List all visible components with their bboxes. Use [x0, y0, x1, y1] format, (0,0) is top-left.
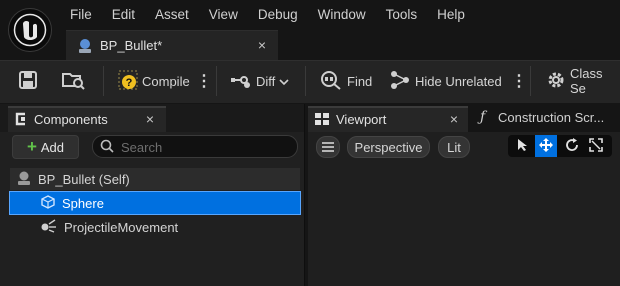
diff-label: Diff — [256, 73, 276, 89]
asset-tab-close-icon[interactable]: × — [258, 37, 266, 53]
folder-search-icon — [62, 70, 86, 93]
scale-tool-button[interactable] — [585, 135, 607, 157]
unreal-logo-icon[interactable] — [8, 8, 52, 52]
perspective-label: Perspective — [354, 139, 423, 155]
components-tab-label: Components — [34, 112, 108, 127]
lit-label: Lit — [447, 139, 461, 155]
component-label: BP_Bullet (Self) — [38, 171, 130, 187]
toolbar-separator — [305, 66, 306, 96]
move-arrows-icon — [539, 137, 553, 155]
menu-bar: File Edit Asset View Debug Window Tools … — [60, 0, 475, 30]
lit-button[interactable]: Lit — [438, 136, 470, 158]
menu-file[interactable]: File — [60, 0, 102, 30]
menu-tools[interactable]: Tools — [376, 0, 428, 30]
diff-button[interactable]: Diff — [230, 60, 289, 102]
chevron-down-icon — [279, 74, 289, 89]
hide-unrelated-label: Hide Unrelated — [415, 73, 502, 89]
save-icon — [18, 70, 38, 93]
static-mesh-icon — [40, 194, 56, 213]
components-search[interactable] — [92, 135, 298, 158]
toolbar-separator — [216, 66, 217, 96]
component-label: ProjectileMovement — [64, 219, 179, 235]
compile-options-button[interactable]: ⋮ — [196, 60, 212, 102]
class-settings-label: Class Se — [570, 66, 603, 96]
components-tab[interactable]: Components × — [8, 106, 166, 132]
construction-script-tab-label: Construction Scr... — [498, 110, 605, 125]
asset-tab-bp-bullet[interactable]: BP_Bullet* × — [66, 30, 278, 61]
scale-icon — [589, 137, 603, 155]
menu-help[interactable]: Help — [427, 0, 475, 30]
toolbar-separator — [103, 66, 104, 96]
menu-debug[interactable]: Debug — [248, 0, 308, 30]
components-icon — [14, 112, 28, 129]
hide-unrelated-options-button[interactable]: ⋮ — [511, 60, 527, 102]
viewport-options-button[interactable] — [316, 136, 340, 158]
translate-tool-button[interactable] — [535, 135, 557, 157]
viewport-grid-icon — [315, 113, 329, 129]
compile-label: Compile — [142, 73, 190, 89]
menu-window[interactable]: Window — [308, 0, 376, 30]
find-icon — [320, 70, 342, 93]
search-icon — [100, 139, 114, 156]
toolbar — [0, 60, 620, 103]
search-input[interactable] — [119, 138, 293, 156]
component-row-sphere[interactable]: Sphere — [9, 191, 301, 215]
projectile-movement-icon — [40, 218, 58, 237]
gear-icon — [546, 70, 566, 93]
menu-edit[interactable]: Edit — [102, 0, 145, 30]
diff-icon — [230, 71, 252, 92]
add-component-button[interactable]: + Add — [12, 135, 79, 159]
find-button[interactable]: Find — [320, 60, 372, 102]
save-button[interactable] — [18, 60, 38, 102]
viewport-tab-label: Viewport — [336, 112, 387, 127]
component-row-self[interactable]: BP_Bullet (Self) — [10, 168, 300, 190]
kebab-menu-icon: ⋮ — [511, 73, 527, 90]
hide-unrelated-button[interactable]: Hide Unrelated — [390, 60, 502, 102]
compile-warning-icon: ? — [118, 70, 138, 93]
viewport-tab[interactable]: Viewport × — [308, 106, 468, 132]
browse-to-asset-button[interactable] — [62, 60, 86, 102]
rotate-icon — [565, 137, 579, 155]
toolbar-separator — [530, 66, 531, 96]
kebab-menu-icon: ⋮ — [196, 73, 212, 90]
viewport-tab-close-icon[interactable]: × — [450, 111, 458, 127]
svg-text:?: ? — [126, 77, 133, 89]
construction-script-tab[interactable]: ƒ Construction Scr... — [470, 106, 620, 130]
function-icon: ƒ — [480, 109, 486, 125]
rotate-tool-button[interactable] — [561, 135, 583, 157]
blueprint-self-icon — [16, 170, 32, 189]
find-label: Find — [347, 73, 373, 89]
blueprint-icon — [76, 37, 94, 58]
compile-button[interactable]: ? Compile — [118, 60, 190, 102]
menu-view[interactable]: View — [199, 0, 248, 30]
menu-asset[interactable]: Asset — [145, 0, 199, 30]
plus-icon: + — [26, 137, 37, 156]
hamburger-menu-icon — [322, 140, 334, 155]
cursor-icon — [517, 138, 529, 155]
add-label: Add — [40, 139, 65, 155]
hide-unrelated-icon — [390, 70, 410, 93]
perspective-button[interactable]: Perspective — [347, 136, 430, 158]
select-tool-button[interactable] — [512, 135, 534, 157]
component-label: Sphere — [62, 195, 104, 211]
component-row-projectile-movement[interactable]: ProjectileMovement — [10, 216, 300, 238]
components-tab-close-icon[interactable]: × — [146, 111, 154, 127]
asset-tab-label: BP_Bullet* — [100, 38, 163, 53]
class-settings-button[interactable]: Class Se — [546, 60, 620, 102]
